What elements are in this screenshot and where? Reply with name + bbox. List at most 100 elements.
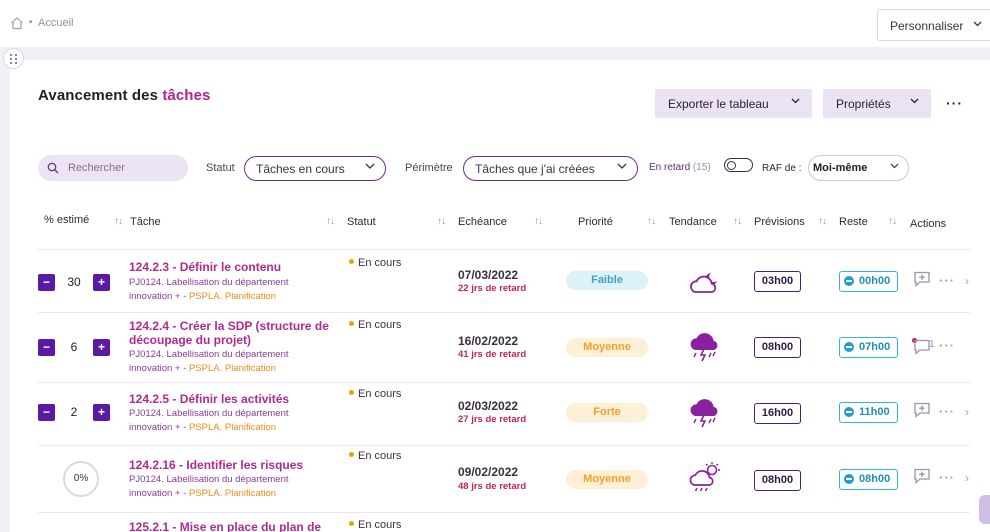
row-more-button[interactable]: ··· (939, 404, 955, 419)
late-toggle[interactable] (724, 158, 753, 172)
task-name-link[interactable]: 124.2.5 - Définir les activités (129, 392, 345, 406)
storm-icon (690, 333, 718, 362)
export-label: Exporter le tableau (668, 97, 769, 111)
page-title: Avancement des tâches (38, 87, 210, 104)
raf-label: RAF de : (762, 163, 802, 174)
statut-filter-label: Statut (206, 162, 235, 174)
task-name-link[interactable]: 124.2.4 - Créer la SDP (structure de déc… (129, 319, 345, 347)
remaining-badge: 11h00 (839, 402, 898, 423)
task-name-link[interactable]: 124.2.3 - Définir le contenu (129, 260, 345, 274)
row-more-button[interactable]: ··· (939, 470, 955, 485)
late-text: 41 jrs de retard (458, 349, 527, 360)
col-tache[interactable]: Tâche (130, 216, 161, 228)
task-project-line2: innovation + - (129, 488, 189, 499)
sort-icon[interactable]: ↑↓ (326, 216, 335, 227)
sort-icon[interactable]: ↑↓ (534, 216, 543, 227)
chevron-down-icon (791, 98, 800, 104)
raf-select-value: Moi-même (813, 162, 868, 174)
task-name-link[interactable]: 124.2.16 - Identifier les risques (129, 458, 345, 472)
sort-icon[interactable]: ↑↓ (733, 216, 742, 227)
comment-count: 1 (929, 339, 935, 350)
col-reste[interactable]: Reste (839, 216, 868, 228)
sort-icon[interactable]: ↑↓ (818, 216, 827, 227)
status-text: En cours (349, 257, 401, 269)
table-row[interactable]: 125.2.1 - Mise en place du plan de En co… (38, 513, 970, 532)
col-estime[interactable]: % estimé (44, 214, 89, 226)
statut-select[interactable]: Tâches en cours (244, 156, 386, 181)
perimetre-select[interactable]: Tâches que j'ai créées (463, 156, 638, 181)
priority-badge: Forte (566, 403, 648, 422)
task-project-line: PJ0124. Labellisation du département (129, 277, 289, 288)
priority-badge: Moyenne (566, 470, 648, 489)
estimate-value[interactable]: 6 (59, 340, 89, 354)
search-input[interactable] (68, 159, 180, 177)
task-pspla: PSPLA. Planification (188, 488, 277, 499)
breadcrumb-current[interactable]: Accueil (38, 17, 73, 29)
chevron-right-icon[interactable]: › (965, 274, 969, 288)
col-tendance[interactable]: Tendance (669, 216, 717, 228)
personnaliser-label: Personnaliser (890, 19, 964, 33)
comment-add-icon[interactable] (913, 271, 931, 287)
table-row[interactable]: 0% 124.2.16 - Identifier les risques PJ0… (38, 446, 970, 512)
export-button[interactable]: Exporter le tableau (655, 89, 812, 118)
comment-add-icon[interactable] (913, 468, 931, 484)
sort-icon[interactable]: ↑↓ (647, 216, 656, 227)
sun-rain-icon (689, 462, 720, 492)
progress-circle[interactable]: 0% (63, 461, 99, 497)
task-name-link[interactable]: 125.2.1 - Mise en place du plan de (129, 520, 345, 532)
col-previsions[interactable]: Prévisions (754, 216, 805, 228)
increment-button[interactable]: + (93, 404, 110, 421)
side-panel-tab[interactable] (979, 495, 990, 524)
row-more-button[interactable]: ··· (939, 273, 955, 288)
table-row[interactable]: − 6 + 124.2.4 - Créer la SDP (structure … (38, 313, 970, 382)
toggle-knob (727, 160, 736, 170)
more-options-button[interactable]: ··· (946, 95, 963, 111)
status-text: En cours (349, 519, 401, 531)
sort-icon[interactable]: ↑↓ (437, 216, 446, 227)
left-strip (0, 47, 10, 532)
home-icon[interactable] (10, 16, 24, 30)
row-more-button[interactable]: ··· (939, 338, 955, 353)
due-date: 02/03/2022 (458, 399, 519, 413)
col-priorite[interactable]: Priorité (578, 216, 613, 228)
table-row[interactable]: − 30 + 124.2.3 - Définir le contenu PJ01… (38, 250, 970, 312)
raf-select[interactable]: Moi-même (808, 155, 909, 181)
status-text: En cours (349, 388, 401, 400)
increment-button[interactable]: + (93, 339, 110, 356)
chevron-right-icon[interactable]: › (965, 405, 969, 419)
minus-circle-icon (844, 342, 854, 352)
comment-add-icon[interactable] (913, 402, 931, 418)
late-count: (15) (692, 162, 711, 173)
remaining-badge: 00h00 (839, 271, 898, 292)
personnaliser-button[interactable]: Personnaliser (877, 9, 990, 41)
late-text: 27 jrs de retard (458, 414, 527, 425)
decrement-button[interactable]: − (38, 339, 55, 356)
properties-button[interactable]: Propriétés (823, 89, 931, 118)
decrement-button[interactable]: − (38, 274, 55, 291)
table-row[interactable]: − 2 + 124.2.5 - Définir les activités PJ… (38, 383, 970, 445)
due-date: 16/02/2022 (458, 334, 519, 348)
col-statut[interactable]: Statut (347, 216, 376, 228)
late-text: 22 jrs de retard (458, 283, 527, 294)
sort-icon[interactable]: ↑↓ (114, 216, 123, 227)
minus-circle-icon (844, 474, 854, 484)
status-text: En cours (349, 319, 401, 331)
sort-icon[interactable]: ↑↓ (888, 216, 897, 227)
estimate-value[interactable]: 30 (59, 275, 89, 289)
estimate-value[interactable]: 2 (59, 405, 89, 419)
priority-badge: Faible (566, 271, 648, 290)
task-project: PJ0124. Labellisation du département inn… (129, 407, 329, 435)
statut-select-value: Tâches en cours (256, 162, 345, 176)
chevron-right-icon[interactable]: › (965, 471, 969, 485)
task-pspla: PSPLA. Planification (188, 422, 277, 433)
search-box (38, 155, 188, 181)
decrement-button[interactable]: − (38, 404, 55, 421)
cloud-night-icon (690, 273, 717, 293)
col-echeance[interactable]: Echéance (458, 216, 507, 228)
search-icon (47, 162, 59, 174)
due-date: 07/03/2022 (458, 268, 519, 282)
page-title-prefix: Avancement des (38, 87, 163, 104)
increment-button[interactable]: + (93, 274, 110, 291)
drag-handle-icon[interactable] (3, 48, 24, 69)
late-filter-label: En retard (15) (649, 162, 711, 173)
